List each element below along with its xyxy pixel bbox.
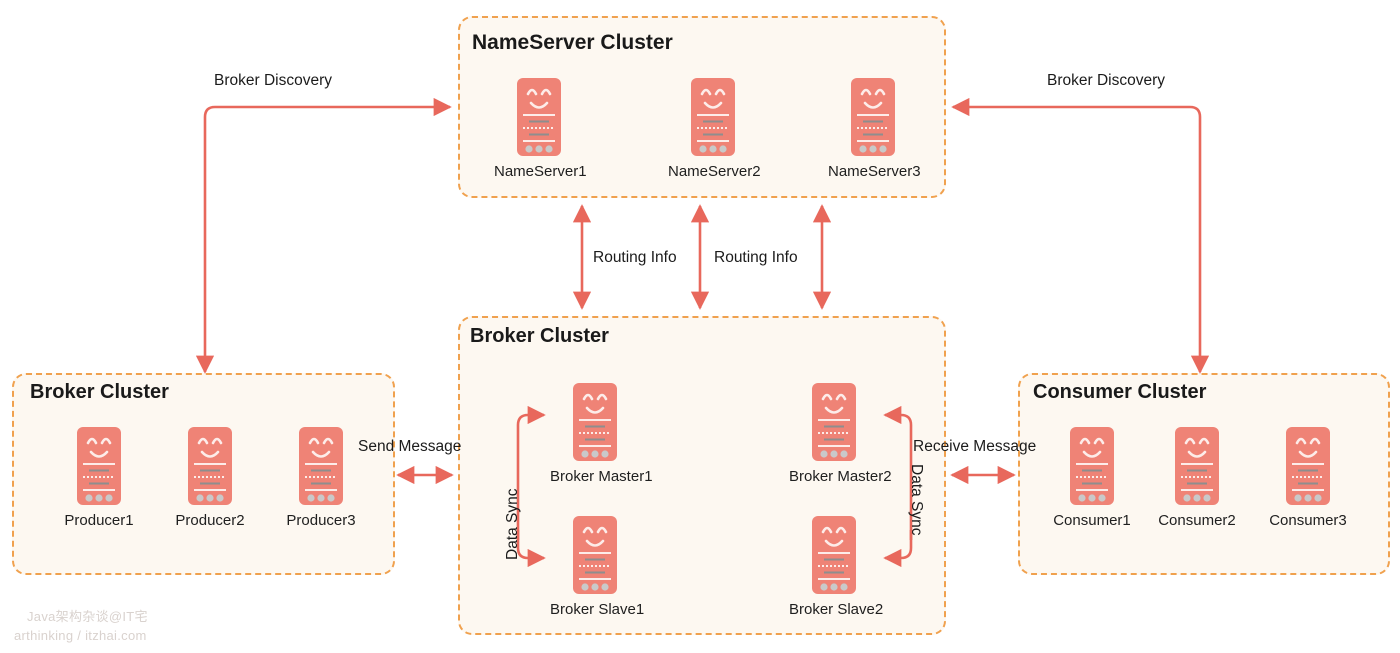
edge-label-broker-discovery-right: Broker Discovery — [1047, 72, 1165, 89]
node-label: Broker Master2 — [789, 468, 892, 485]
cluster-title-consumer: Consumer Cluster — [1033, 381, 1207, 403]
cluster-title-nameserver: NameServer Cluster — [472, 31, 673, 54]
node-consumer1[interactable]: Consumer1 — [1047, 427, 1137, 529]
edge-label-receive-message: Receive Message — [913, 438, 1037, 455]
node-label: NameServer2 — [668, 163, 761, 180]
node-label: Broker Slave2 — [789, 601, 884, 618]
server-icon — [812, 516, 856, 594]
connection-broker-discovery-right — [951, 97, 1210, 374]
node-nameserver3[interactable]: NameServer3 — [828, 78, 921, 180]
edge-label-routing-info-1: Routing Info — [593, 249, 677, 266]
server-icon — [517, 78, 561, 156]
diagram-canvas: NameServer Cluster Broker Cluster Broker… — [0, 0, 1400, 653]
server-icon — [851, 78, 895, 156]
node-label: Broker Slave1 — [550, 601, 645, 618]
server-icon — [1175, 427, 1219, 505]
server-icon — [77, 427, 121, 505]
node-nameserver2[interactable]: NameServer2 — [668, 78, 761, 180]
server-icon — [1286, 427, 1330, 505]
watermark-line2: arthinking / itzhai.com — [14, 628, 147, 643]
node-nameserver1[interactable]: NameServer1 — [494, 78, 587, 180]
server-icon — [1070, 427, 1114, 505]
connection-broker-discovery-left — [195, 97, 452, 374]
edge-label-data-sync-left: Data Sync — [504, 488, 521, 560]
server-icon — [573, 383, 617, 461]
server-icon — [188, 427, 232, 505]
node-broker-master2[interactable]: Broker Master2 — [789, 383, 892, 485]
node-label: Producer2 — [175, 512, 245, 529]
cluster-title-producer: Broker Cluster — [30, 381, 169, 403]
node-label: Consumer3 — [1269, 512, 1347, 529]
node-producer2[interactable]: Producer2 — [165, 427, 255, 529]
node-label: NameServer1 — [494, 163, 587, 180]
server-icon — [573, 516, 617, 594]
edge-label-send-message: Send Message — [358, 438, 462, 455]
edge-label-routing-info-2: Routing Info — [714, 249, 798, 266]
edge-label-data-sync-right: Data Sync — [908, 464, 925, 536]
node-label: Broker Master1 — [550, 468, 653, 485]
node-producer1[interactable]: Producer1 — [54, 427, 144, 529]
server-icon — [299, 427, 343, 505]
node-broker-master1[interactable]: Broker Master1 — [550, 383, 653, 485]
server-icon — [812, 383, 856, 461]
node-consumer2[interactable]: Consumer2 — [1152, 427, 1242, 529]
node-producer3[interactable]: Producer3 — [276, 427, 366, 529]
node-broker-slave1[interactable]: Broker Slave1 — [550, 516, 645, 618]
node-label: NameServer3 — [828, 163, 921, 180]
edge-label-broker-discovery-left: Broker Discovery — [214, 72, 332, 89]
node-label: Producer1 — [64, 512, 134, 529]
cluster-title-broker: Broker Cluster — [470, 325, 609, 347]
node-broker-slave2[interactable]: Broker Slave2 — [789, 516, 884, 618]
node-label: Consumer2 — [1158, 512, 1236, 529]
server-icon — [691, 78, 735, 156]
node-label: Consumer1 — [1053, 512, 1131, 529]
node-label: Producer3 — [286, 512, 356, 529]
watermark-line1: Java架构杂谈@IT宅 — [27, 609, 148, 624]
node-consumer3[interactable]: Consumer3 — [1263, 427, 1353, 529]
